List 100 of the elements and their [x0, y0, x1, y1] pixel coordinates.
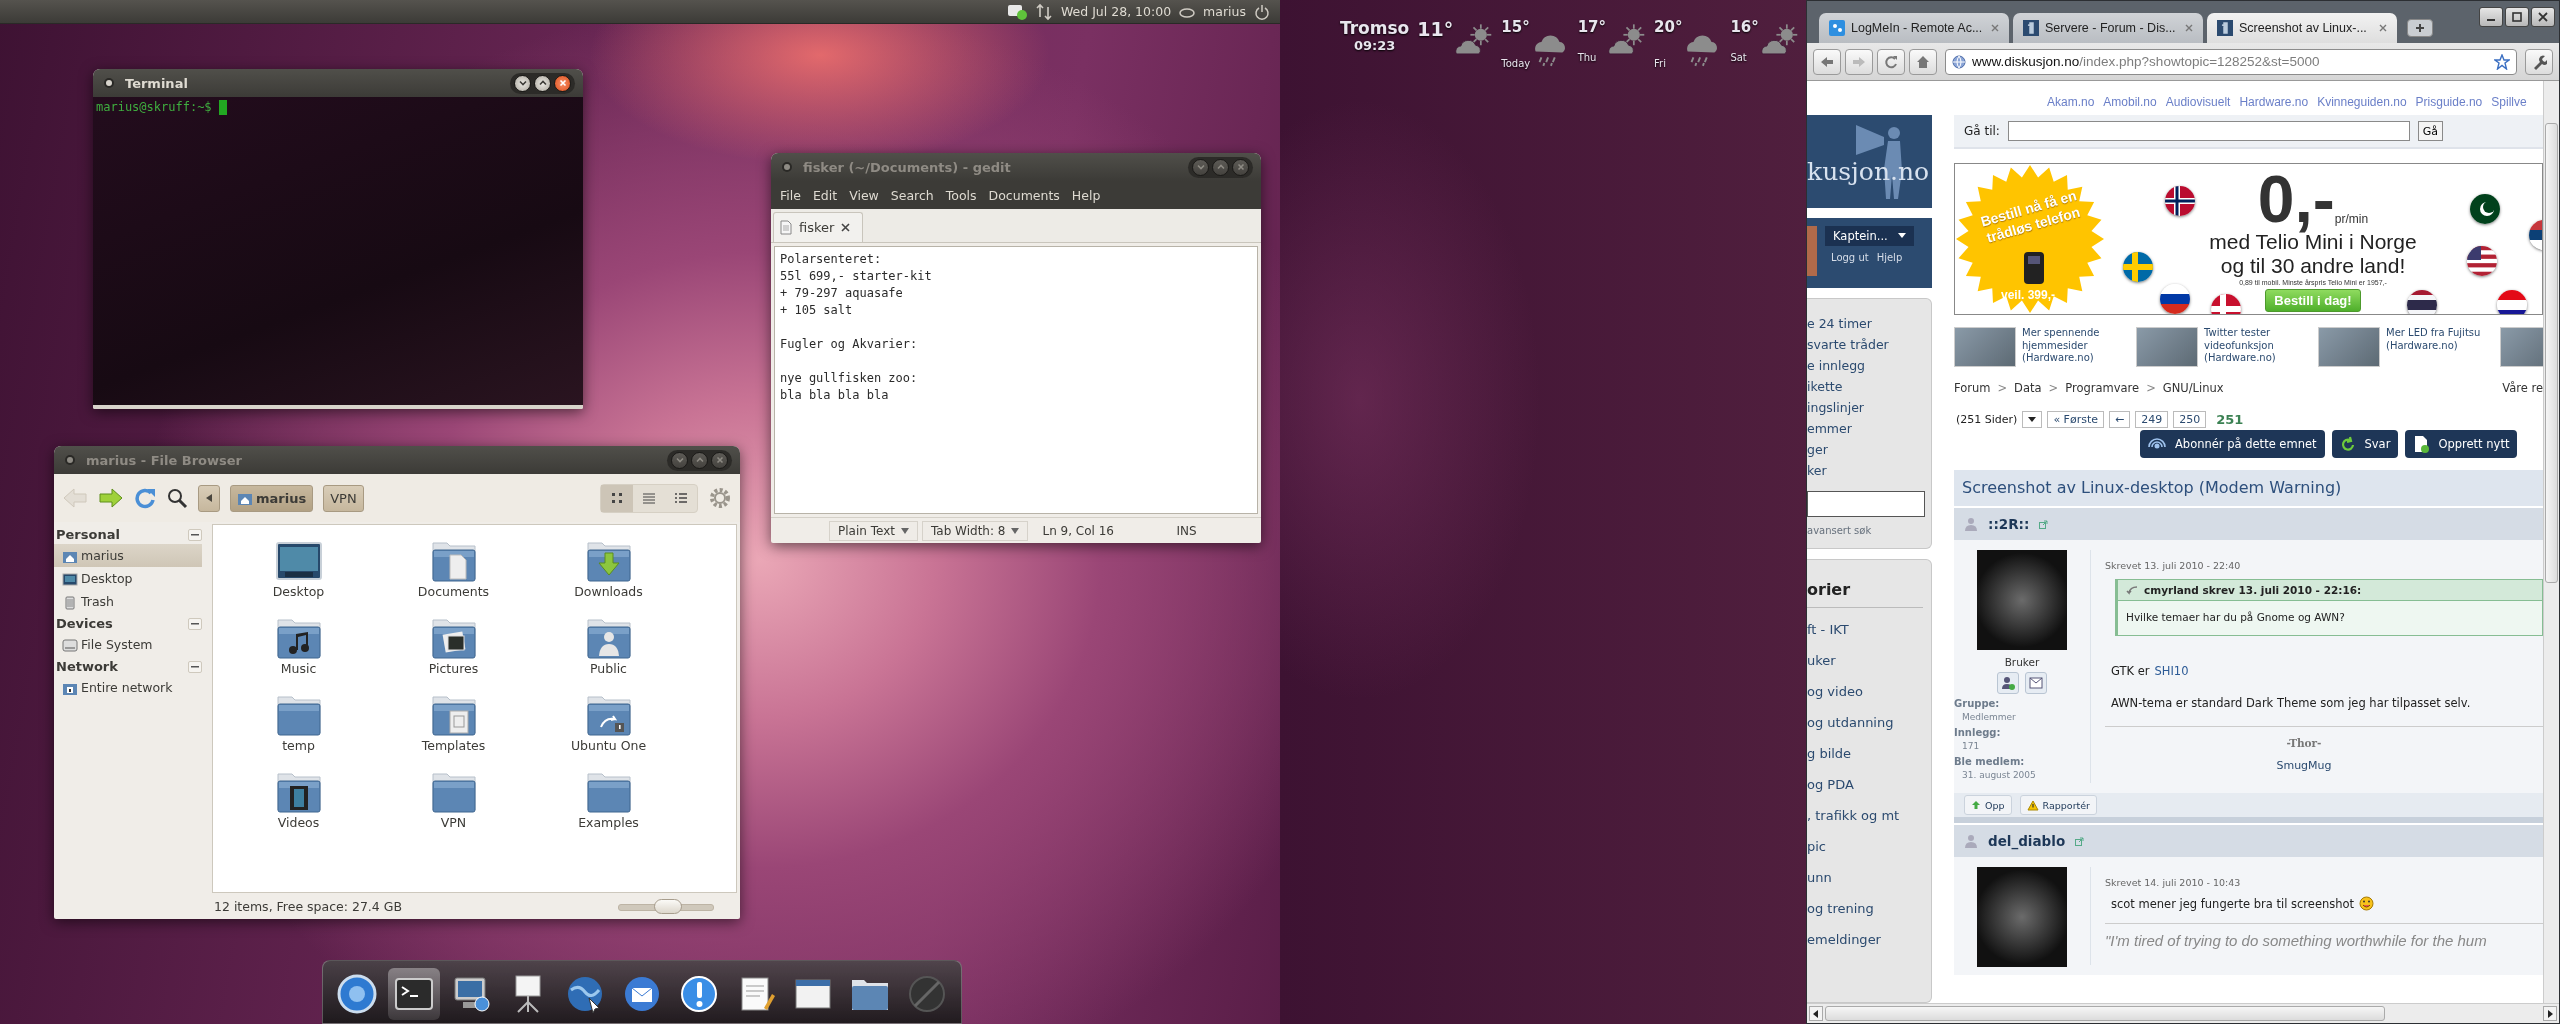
sidebar-item[interactable]: marius [54, 544, 202, 567]
path-button[interactable]: VPN [323, 484, 364, 512]
address-bar[interactable]: www.diskusjon.no/index.php?showtopic=128252&st=5000 [1945, 48, 2517, 75]
path-button[interactable]: marius [230, 484, 314, 512]
network-arrows-icon[interactable] [1034, 2, 1053, 21]
breadcrumb-link[interactable]: Programvare [2065, 381, 2140, 395]
user-status-icon[interactable] [1179, 5, 1196, 18]
news-link[interactable]: Mer LED fra Fujitsu (Hardware.no) [2386, 327, 2498, 367]
sidebar-link[interactable]: ingslinjer [1807, 397, 1931, 418]
folder-item[interactable]: Downloads [531, 539, 686, 616]
menu-item[interactable]: File [775, 184, 806, 206]
category-link[interactable]: pic [1807, 839, 1907, 855]
author-link[interactable]: ::2R:: [1988, 516, 2030, 532]
breadcrumb-link[interactable]: Data [2014, 381, 2042, 395]
author-link[interactable]: del_diablo [1988, 833, 2066, 849]
maximize-button[interactable] [534, 74, 551, 92]
sidebar-link[interactable]: ikette [1807, 376, 1931, 397]
menu-item[interactable]: Edit [807, 184, 843, 206]
news-link[interactable]: Mer spennende hjemmesider (Hardware.no) [2022, 327, 2134, 367]
clock[interactable]: Wed Jul 28, 10:00 [1060, 4, 1172, 19]
window-menu-icon[interactable] [103, 77, 115, 89]
folder-item[interactable]: Examples [531, 770, 686, 847]
user-link[interactable]: Logg ut [1831, 252, 1869, 263]
back-button[interactable] [1813, 48, 1841, 75]
action-button[interactable]: Opprett nytt [2405, 430, 2518, 458]
site-link[interactable]: Akam.no [2047, 95, 2095, 109]
sidebar-link[interactable]: e innlegg [1807, 355, 1931, 376]
news-link[interactable]: Twitter tester videofunksjon (Hardware.no) [2204, 327, 2316, 367]
star-icon[interactable] [2494, 53, 2510, 70]
category-link[interactable]: og video [1807, 684, 1907, 700]
folder-item[interactable]: Ubuntu One [531, 693, 686, 770]
minimize-button[interactable] [514, 74, 531, 92]
sidebar-link[interactable]: emmer [1807, 418, 1931, 439]
add-friend-button[interactable] [1997, 672, 2019, 694]
category-link[interactable]: g bilde [1807, 746, 1907, 762]
site-link[interactable]: Amobil.no [2103, 95, 2157, 109]
path-back-button[interactable] [198, 484, 220, 512]
user-name[interactable]: marius [1203, 4, 1246, 19]
browser-tab[interactable]: Servere - Forum - Dis... [2013, 13, 2203, 43]
breadcrumb-link[interactable]: GNU/Linux [2162, 381, 2224, 395]
site-link[interactable]: Kvinneguiden.no [2317, 95, 2407, 109]
reload-icon[interactable] [134, 487, 156, 509]
scrollbar-thumb[interactable] [2545, 123, 2558, 583]
category-link[interactable]: og trening [1807, 901, 1907, 917]
folder-item[interactable]: VPN [376, 770, 531, 847]
page-button[interactable]: 249 [2135, 411, 2169, 428]
menu-item[interactable]: Tools [940, 184, 982, 206]
horizontal-scrollbar[interactable] [1807, 1003, 2559, 1023]
chat-status-icon[interactable] [1006, 2, 1027, 21]
search-field[interactable] [1807, 491, 1925, 517]
scrollbar-thumb[interactable] [1825, 1006, 2385, 1021]
category-link[interactable]: og utdanning [1807, 715, 1907, 731]
folder-item[interactable]: Templates [376, 693, 531, 770]
close-button[interactable] [554, 74, 571, 92]
home-button[interactable] [1909, 48, 1937, 75]
category-link[interactable]: unn [1807, 870, 1907, 886]
sidebar-item[interactable]: File System [54, 633, 202, 656]
site-link[interactable]: Hardware.no [2239, 95, 2309, 109]
reload-button[interactable] [1877, 48, 1905, 75]
scroll-left-button[interactable] [1809, 1006, 1823, 1021]
menu-item[interactable]: View [844, 184, 884, 206]
sidebar-link[interactable]: ker [1807, 460, 1931, 481]
category-link[interactable]: emeldinger [1807, 932, 1907, 948]
language-dropdown[interactable]: Plain Text [829, 520, 918, 541]
wrench-menu-button[interactable] [2525, 48, 2553, 75]
category-link[interactable]: , trafikk og mt [1807, 808, 1907, 824]
close-icon[interactable] [841, 223, 851, 232]
action-button[interactable]: Svar [2331, 430, 2399, 458]
post-action-button[interactable]: Opp [1964, 795, 2012, 815]
post-action-button[interactable]: Rapportér [2019, 795, 2097, 815]
folder-item[interactable]: Videos [221, 770, 376, 847]
site-link[interactable]: Spillve [2491, 95, 2527, 109]
sidebar-link[interactable]: svarte tråder [1807, 334, 1931, 355]
minimize-button[interactable] [2479, 7, 2503, 27]
scroll-right-button[interactable] [2543, 1006, 2557, 1021]
advanced-search-link[interactable]: avansert søk [1807, 525, 1931, 536]
window-menu-icon[interactable] [781, 161, 793, 173]
user-link[interactable]: Hjelp [1876, 252, 1903, 263]
category-link[interactable]: uker [1807, 653, 1907, 669]
folder-item[interactable]: Pictures [376, 616, 531, 693]
sidebar-item[interactable]: Desktop [54, 567, 202, 590]
collapse-button[interactable] [188, 617, 202, 630]
menu-item[interactable]: Documents [983, 184, 1065, 206]
folder-item[interactable]: Documents [376, 539, 531, 616]
page-button[interactable]: 250 [2173, 411, 2207, 428]
collapse-button[interactable] [188, 660, 202, 673]
tab-width-dropdown[interactable]: Tab Width: 8 [921, 520, 1029, 541]
folder-item[interactable]: temp [221, 693, 376, 770]
folder-item[interactable]: Public [531, 616, 686, 693]
folder-item[interactable]: Music [221, 616, 376, 693]
browser-tab[interactable]: Screenshot av Linux-... [2207, 13, 2397, 43]
forward-button[interactable] [1845, 48, 1873, 75]
new-tab-button[interactable] [2407, 19, 2433, 37]
sidebar-item[interactable]: Trash [54, 590, 202, 613]
goto-field[interactable] [2007, 121, 2410, 141]
maximize-button[interactable] [2505, 7, 2529, 27]
close-icon[interactable] [2379, 24, 2387, 32]
message-button[interactable] [2025, 672, 2047, 694]
signature-link[interactable]: SmugMug [2276, 759, 2332, 772]
menu-item[interactable]: Help [1066, 184, 1106, 206]
